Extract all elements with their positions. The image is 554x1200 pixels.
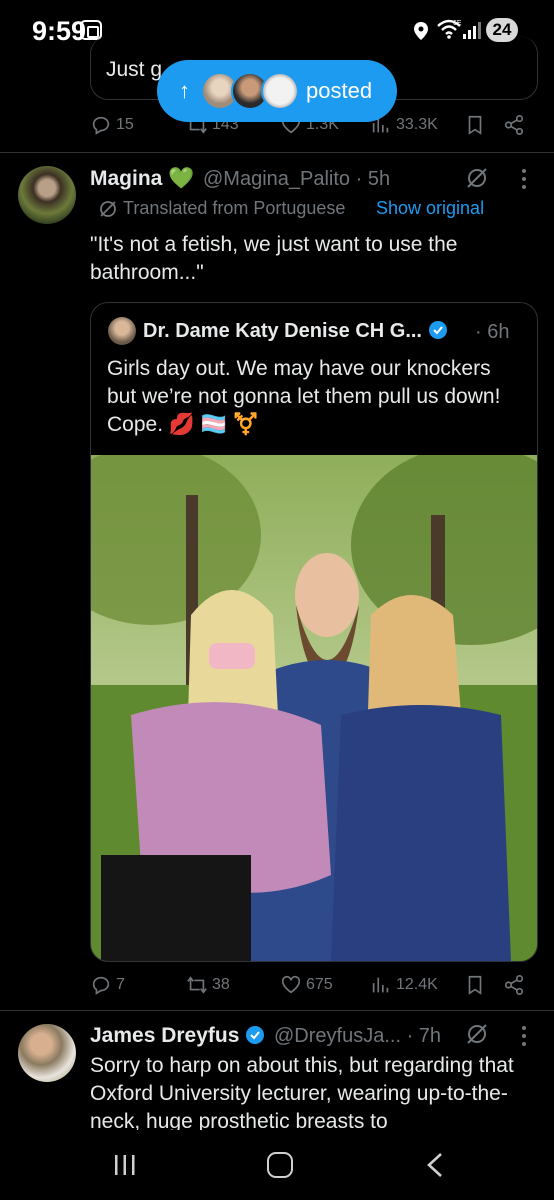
avatar [108, 317, 136, 345]
avatar[interactable] [18, 1024, 76, 1082]
clock: 9:59 [32, 16, 87, 46]
quote-photo[interactable] [91, 455, 537, 961]
screen-record-icon [80, 20, 102, 40]
bookmark-button[interactable] [464, 114, 486, 136]
views-count: 12.4K [396, 976, 438, 993]
author-name[interactable]: James Dreyfus [90, 1024, 265, 1048]
quote-author: Dr. Dame Katy Denise CH G... [143, 320, 448, 343]
more-icon[interactable] [521, 1025, 527, 1047]
reply-button[interactable]: 15 [90, 114, 134, 136]
views-count: 33.3K [396, 116, 438, 133]
share-icon [504, 115, 524, 135]
views-button[interactable]: 12.4K [370, 974, 438, 996]
new-posts-pill[interactable]: ↑ posted [157, 60, 397, 122]
divider [0, 1010, 554, 1011]
show-original-link[interactable]: Show original [376, 198, 484, 219]
like-count: 675 [306, 976, 333, 993]
quote-text: Girls day out. We may have our knockers … [107, 357, 501, 436]
reply-icon [92, 116, 110, 135]
share-button[interactable] [503, 114, 525, 136]
repost-icon [187, 976, 207, 994]
green-heart-emoji: 💚 [168, 167, 195, 190]
verified-badge-icon [428, 321, 447, 339]
quote-tweet[interactable]: Dr. Dame Katy Denise CH G... · 6h Girls … [90, 302, 538, 962]
home-icon[interactable] [267, 1152, 293, 1178]
tweet-text: "It's not a fetish, we just want to use … [90, 233, 458, 284]
avatar[interactable] [18, 166, 76, 224]
translate-icon [100, 201, 116, 217]
quote-time: · 6h [475, 321, 510, 343]
reply-button[interactable]: 7 [90, 974, 125, 996]
like-button[interactable]: 675 [280, 974, 333, 996]
author-handle[interactable]: @DreyfusJa... · 7h [274, 1025, 441, 1048]
verified-badge-icon [246, 1026, 265, 1044]
divider [0, 152, 554, 153]
translated-label: Translated from Portuguese [123, 198, 346, 218]
bookmark-icon [468, 115, 482, 135]
prev-quote-text: Just g [106, 58, 163, 81]
avatar [261, 72, 299, 110]
pill-label: posted [306, 78, 373, 103]
repost-count: 38 [212, 976, 230, 993]
tweet-text: Sorry to harp on about this, but regardi… [90, 1054, 514, 1133]
share-button[interactable] [503, 974, 525, 996]
grok-icon[interactable] [465, 1022, 489, 1046]
bookmark-icon [468, 975, 482, 995]
grok-icon[interactable] [465, 166, 489, 190]
more-icon[interactable] [521, 168, 527, 190]
reply-count: 15 [116, 116, 134, 133]
arrow-up-icon: ↑ [179, 78, 190, 103]
author-name[interactable]: Magina 💚 [90, 167, 194, 191]
views-icon [372, 977, 389, 993]
author-handle[interactable]: @Magina_Palito · 5h [203, 168, 390, 191]
reply-count: 7 [116, 976, 125, 993]
svg-text:6E: 6E [453, 20, 462, 27]
share-icon [504, 975, 524, 995]
bookmark-button[interactable] [464, 974, 486, 996]
reply-icon [92, 976, 110, 995]
heart-icon [281, 975, 301, 994]
system-nav-bar [0, 1130, 554, 1200]
back-icon[interactable] [425, 1152, 445, 1178]
recents-icon[interactable] [114, 1154, 136, 1176]
repost-button[interactable]: 38 [186, 974, 230, 996]
